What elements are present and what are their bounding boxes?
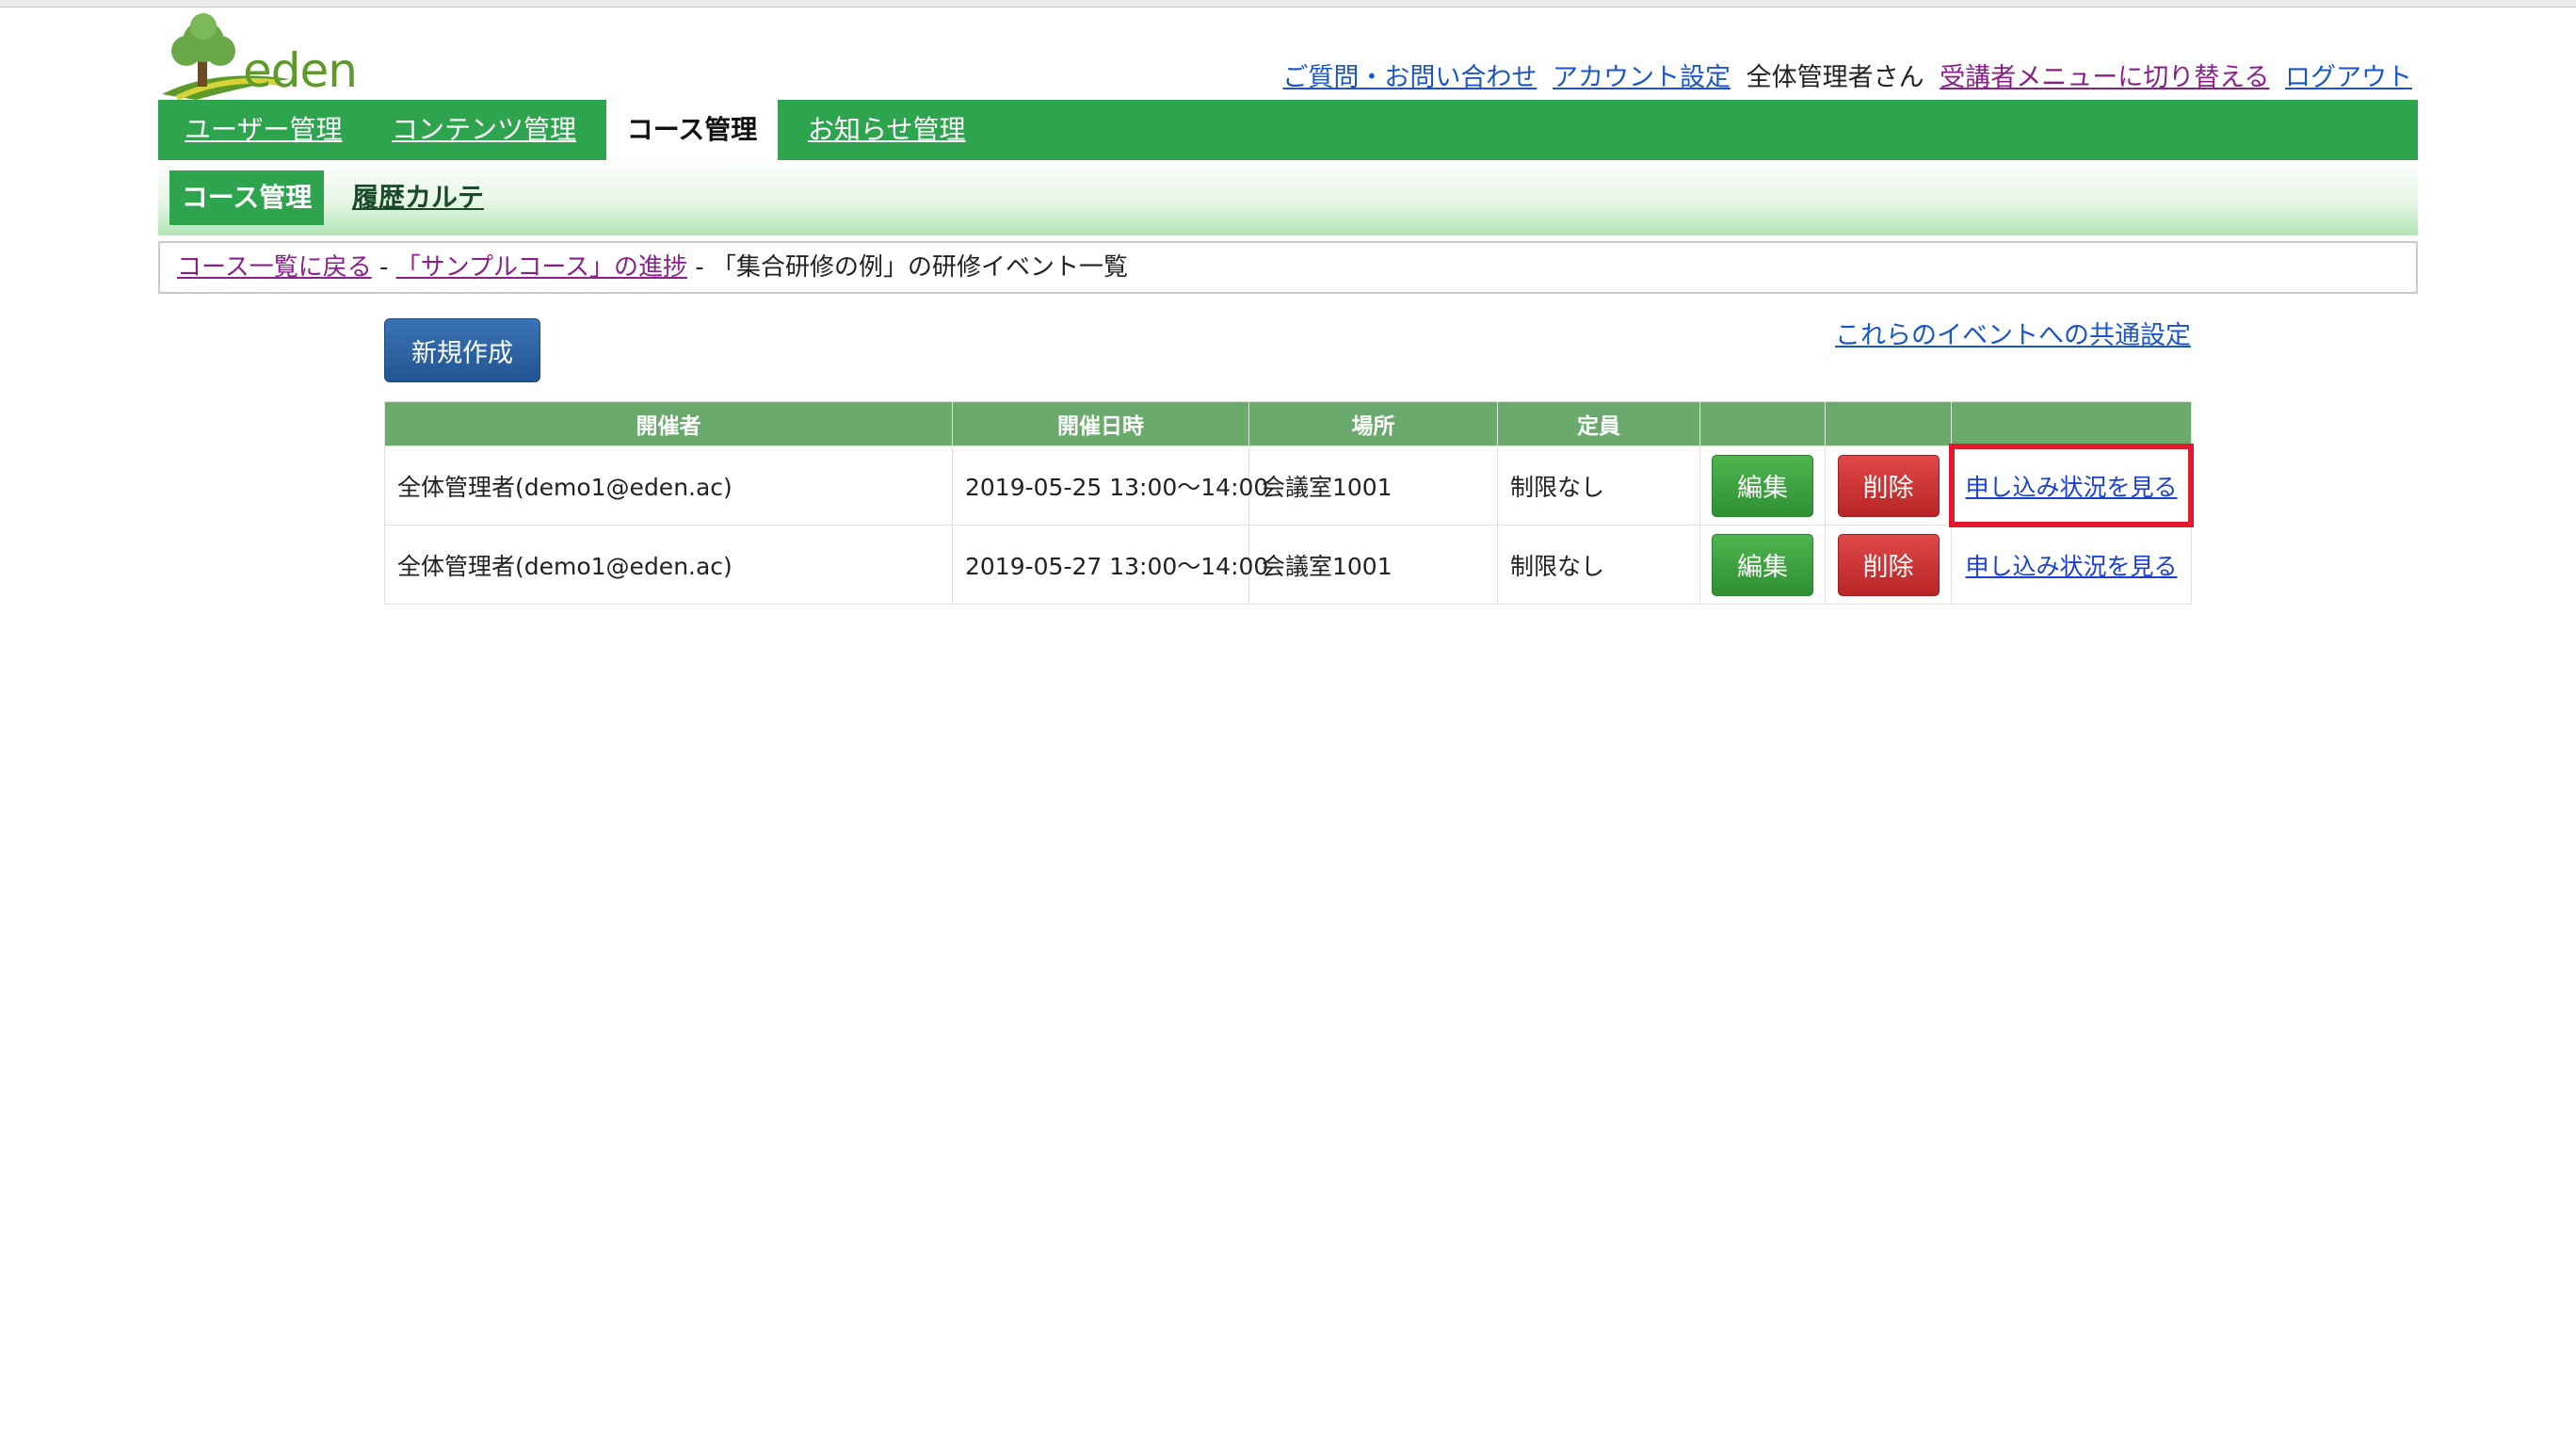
- cell-place: 会議室1001: [1248, 525, 1498, 605]
- cell-organizer: 全体管理者(demo1@eden.ac): [384, 525, 953, 605]
- header-links: ご質問・お問い合わせ アカウント設定 全体管理者さん 受講者メニューに切り替える…: [1282, 57, 2412, 93]
- cell-datetime: 2019-05-25 13:00～14:00: [952, 445, 1268, 525]
- tab-content-management[interactable]: コンテンツ管理: [392, 100, 576, 160]
- browser-top-border: [0, 0, 2576, 8]
- cell-datetime: 2019-05-27 13:00～14:00: [952, 525, 1268, 605]
- column-header-capacity: 定員: [1497, 401, 1700, 446]
- cell-edit: 編集: [1699, 525, 1826, 605]
- cell-delete: 削除: [1825, 525, 1952, 605]
- cell-capacity: 制限なし: [1497, 525, 1700, 605]
- cell-edit: 編集: [1699, 445, 1826, 525]
- breadcrumb-separator: -: [695, 253, 704, 282]
- subtab-history-chart[interactable]: 履歴カルテ: [352, 170, 484, 225]
- column-header-status: [1951, 401, 2192, 446]
- cell-status: 申し込み状況を見る: [1949, 444, 2194, 527]
- sub-nav: コース管理 履歴カルテ: [158, 160, 2418, 235]
- breadcrumb-course-link[interactable]: 「サンプルコース」の進捗: [396, 253, 687, 282]
- cell-place: 会議室1001: [1248, 445, 1498, 525]
- cell-delete: 削除: [1825, 445, 1952, 525]
- table-row: 全体管理者(demo1@eden.ac) 2019-05-27 13:00～14…: [384, 525, 2192, 605]
- contact-link[interactable]: ご質問・お問い合わせ: [1282, 63, 1537, 92]
- cell-status: 申し込み状況を見る: [1951, 525, 2192, 605]
- table-header-row: 開催者 開催日時 場所 定員: [384, 401, 2192, 446]
- new-create-button[interactable]: 新規作成: [384, 318, 540, 382]
- switch-to-learner-menu-link[interactable]: 受講者メニューに切り替える: [1940, 63, 2269, 92]
- edit-button[interactable]: 編集: [1712, 533, 1813, 596]
- breadcrumb-back-link[interactable]: コース一覧に戻る: [177, 253, 372, 282]
- column-header-organizer: 開催者: [384, 401, 953, 446]
- tab-user-management[interactable]: ユーザー管理: [185, 100, 342, 160]
- view-application-status-link[interactable]: 申し込み状況を見る: [1965, 474, 2177, 501]
- column-header-datetime: 開催日時: [952, 401, 1249, 446]
- edit-button[interactable]: 編集: [1712, 454, 1813, 517]
- table-row: 全体管理者(demo1@eden.ac) 2019-05-25 13:00～14…: [384, 444, 2194, 527]
- breadcrumb-separator: -: [378, 253, 389, 282]
- main-nav: ユーザー管理 コンテンツ管理 コース管理 お知らせ管理: [158, 100, 2418, 160]
- column-header-delete: [1825, 401, 1952, 446]
- common-settings-link[interactable]: これらのイベントへの共通設定: [1835, 315, 2191, 351]
- tab-notice-management[interactable]: お知らせ管理: [808, 100, 965, 160]
- account-settings-link[interactable]: アカウント設定: [1553, 63, 1731, 92]
- delete-button[interactable]: 削除: [1837, 454, 1940, 517]
- breadcrumb-current: 「集合研修の例」の研修イベント一覧: [711, 253, 1128, 282]
- cell-capacity: 制限なし: [1497, 445, 1700, 525]
- cell-organizer: 全体管理者(demo1@eden.ac): [384, 445, 953, 525]
- view-application-status-link[interactable]: 申し込み状況を見る: [1965, 553, 2177, 580]
- breadcrumb: コース一覧に戻る - 「サンプルコース」の進捗 - 「集合研修の例」の研修イベン…: [158, 241, 2418, 294]
- delete-button[interactable]: 削除: [1837, 533, 1940, 596]
- tab-course-management[interactable]: コース管理: [606, 100, 778, 160]
- subtab-course-management[interactable]: コース管理: [169, 170, 324, 225]
- column-header-place: 場所: [1248, 401, 1498, 446]
- user-name: 全体管理者さん: [1746, 63, 1924, 92]
- column-header-edit: [1699, 401, 1826, 446]
- events-table: 開催者 開催日時 場所 定員 全体管理者(demo1@eden.ac) 2019…: [384, 401, 2194, 605]
- logout-link[interactable]: ログアウト: [2285, 63, 2412, 92]
- logo-text: eden: [243, 43, 358, 98]
